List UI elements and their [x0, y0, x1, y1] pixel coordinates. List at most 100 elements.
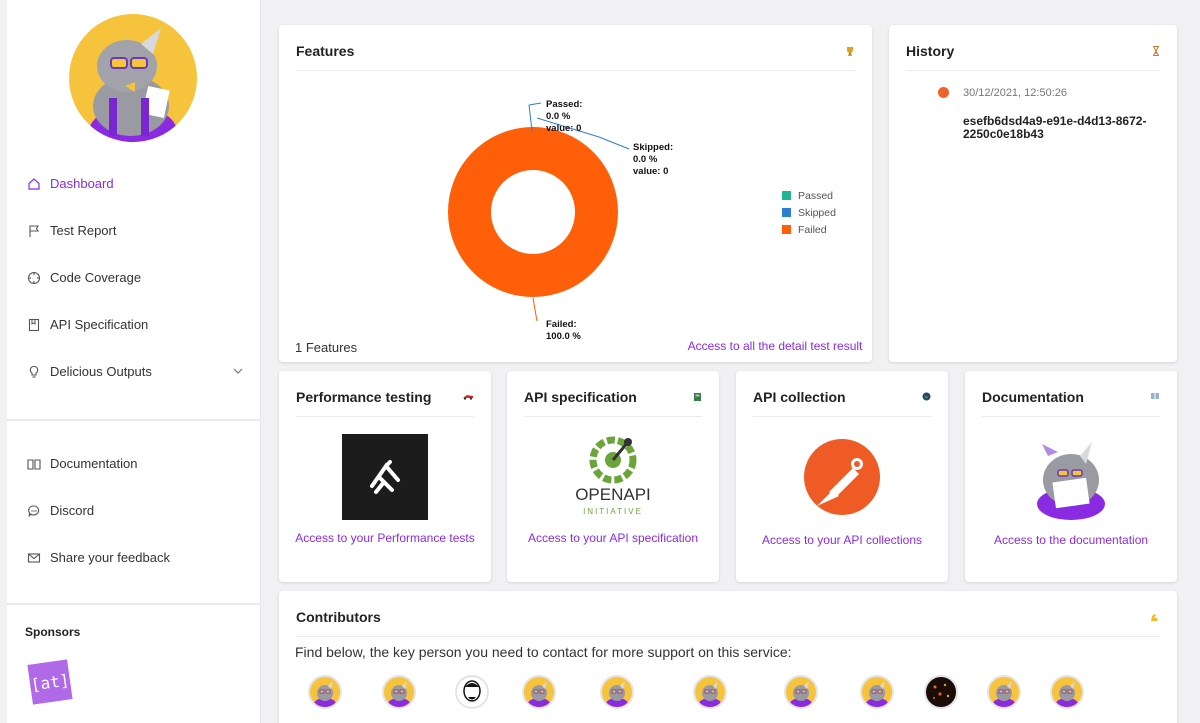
openapi-logo-subtext: INITIATIVE	[583, 507, 643, 516]
callout-value: value: 0	[546, 123, 582, 134]
sponsor-logo[interactable]: [at]	[27, 659, 73, 705]
contributors-description: Find below, the key person you need to c…	[295, 644, 792, 660]
open-book-icon	[1150, 392, 1160, 403]
api-spec-title: API specification	[524, 389, 637, 405]
contributor-avatar[interactable]	[382, 675, 416, 709]
contributor-avatar[interactable]	[987, 675, 1021, 709]
contributor-avatar[interactable]	[693, 675, 727, 709]
open-book-icon	[27, 457, 41, 471]
home-icon	[27, 177, 41, 191]
contributor-avatar[interactable]	[860, 675, 894, 709]
legend-label: Failed	[798, 223, 827, 236]
nav-item-dashboard[interactable]: Dashboard	[7, 160, 261, 207]
contributor-avatar[interactable]	[600, 675, 634, 709]
contributors-title: Contributors	[296, 609, 381, 625]
documentation-link[interactable]: Access to the documentation	[975, 534, 1167, 547]
features-count: 1 Features	[295, 340, 358, 355]
callout-passed: Passed: 0.0 % value: 0	[546, 99, 582, 135]
documentation-header: Documentation	[982, 389, 1160, 417]
legend-label: Skipped	[798, 206, 836, 219]
callout-label: Skipped:	[633, 142, 674, 153]
documentation-title: Documentation	[982, 389, 1084, 405]
lightbulb-icon	[27, 365, 41, 379]
legend-item-passed[interactable]: Passed	[782, 187, 836, 204]
contributor-avatar[interactable]	[308, 675, 342, 709]
nav-item-label: Test Report	[50, 223, 117, 238]
contributor-avatar[interactable]	[455, 675, 489, 709]
api-collection-link[interactable]: Access to your API collections	[746, 534, 938, 547]
nav-item-share-feedback[interactable]: Share your feedback	[7, 534, 261, 581]
sidebar: Dashboard Test Report Code Coverage API …	[7, 0, 261, 723]
performance-link[interactable]: Access to your Performance tests	[289, 532, 481, 545]
nav-item-label: Code Coverage	[50, 270, 142, 285]
mail-icon	[27, 551, 41, 565]
racecar-icon	[462, 392, 474, 403]
nav-item-label: Delicious Outputs	[50, 364, 152, 379]
api-spec-link[interactable]: Access to your API specification	[517, 532, 709, 545]
chart-legend: Passed Skipped Failed	[782, 187, 836, 238]
crosshair-icon	[27, 271, 41, 285]
history-timestamp: 30/12/2021, 12:50:26	[963, 87, 1067, 99]
contributor-avatar[interactable]	[522, 675, 556, 709]
callout-value: value: 0	[633, 166, 669, 177]
chart-leader-line	[528, 102, 542, 106]
globe-icon	[922, 392, 931, 404]
chevron-down-icon[interactable]	[233, 366, 243, 377]
nav-item-label: Discord	[50, 503, 95, 518]
legend-swatch	[782, 191, 791, 200]
history-header: History	[906, 43, 1160, 71]
api-collection-header: API collection	[753, 389, 931, 417]
flag-icon	[27, 224, 41, 238]
callout-failed: Failed: 100.0 %	[546, 319, 581, 343]
legend-swatch	[782, 225, 791, 234]
legend-item-failed[interactable]: Failed	[782, 221, 836, 238]
nav-item-label: Dashboard	[50, 176, 114, 191]
main-nav: Dashboard Test Report Code Coverage API …	[7, 160, 261, 395]
performance-header: Performance testing	[296, 389, 474, 417]
api-specification-card: API specification OPENAPI INITIATIVE Acc…	[507, 371, 719, 582]
contributors-header: Contributors	[296, 609, 1160, 637]
openapi-logo-text: OPENAPI	[575, 485, 651, 504]
callout-percent: 100.0 %	[546, 331, 581, 342]
legend-swatch	[782, 208, 791, 217]
flexed-arm-icon	[1150, 612, 1160, 625]
documentation-card: Documentation Access to the documentatio…	[965, 371, 1177, 582]
nav-item-label: Documentation	[50, 456, 138, 471]
nav-item-api-specification[interactable]: API Specification	[7, 301, 261, 348]
nav-item-delicious-outputs[interactable]: Delicious Outputs	[7, 348, 261, 395]
callout-percent: 0.0 %	[633, 154, 658, 165]
rhino-mascot-logo	[69, 14, 197, 142]
nav-item-label: API Specification	[50, 317, 149, 332]
performance-logo	[342, 434, 428, 520]
notebook-icon	[693, 392, 702, 405]
nav-item-documentation[interactable]: Documentation	[7, 440, 261, 487]
rhino-reading-illustration	[1028, 434, 1114, 520]
nav-item-discord[interactable]: Discord	[7, 487, 261, 534]
sidebar-divider	[7, 419, 261, 421]
contributor-avatar[interactable]	[1050, 675, 1084, 709]
callout-label: Passed:	[546, 99, 583, 110]
features-card: Features Passed: 0.0 % value: 0 Skipped:…	[279, 25, 872, 362]
contributor-avatar[interactable]	[784, 675, 818, 709]
contributors-card: Contributors Find below, the key person …	[279, 591, 1177, 723]
history-status-dot	[938, 87, 949, 98]
nav-item-code-coverage[interactable]: Code Coverage	[7, 254, 261, 301]
api-collection-card: API collection Access to your API collec…	[736, 371, 948, 582]
donut-slice-failed[interactable]	[448, 127, 618, 297]
sidebar-divider	[7, 603, 261, 605]
detail-test-result-link[interactable]: Access to all the detail test result	[687, 340, 863, 353]
history-run-id[interactable]: esefb6dsd4a9-e91e-d4d13-8672-2250c0e18b4…	[963, 115, 1163, 141]
legend-item-skipped[interactable]: Skipped	[782, 204, 836, 221]
nav-item-test-report[interactable]: Test Report	[7, 207, 261, 254]
chat-bubble-icon	[27, 504, 41, 518]
performance-testing-card: Performance testing Access to your Perfo…	[279, 371, 491, 582]
callout-percent: 0.0 %	[546, 111, 571, 122]
api-spec-header: API specification	[524, 389, 702, 417]
callout-label: Failed:	[546, 319, 577, 330]
openapi-logo: OPENAPI INITIATIVE	[568, 434, 658, 520]
contributor-avatar[interactable]	[924, 675, 958, 709]
sponsors-title: Sponsors	[25, 625, 81, 639]
chart-leader-line	[598, 136, 630, 150]
secondary-nav: Documentation Discord Share your feedbac…	[7, 440, 261, 581]
history-title: History	[906, 43, 955, 59]
